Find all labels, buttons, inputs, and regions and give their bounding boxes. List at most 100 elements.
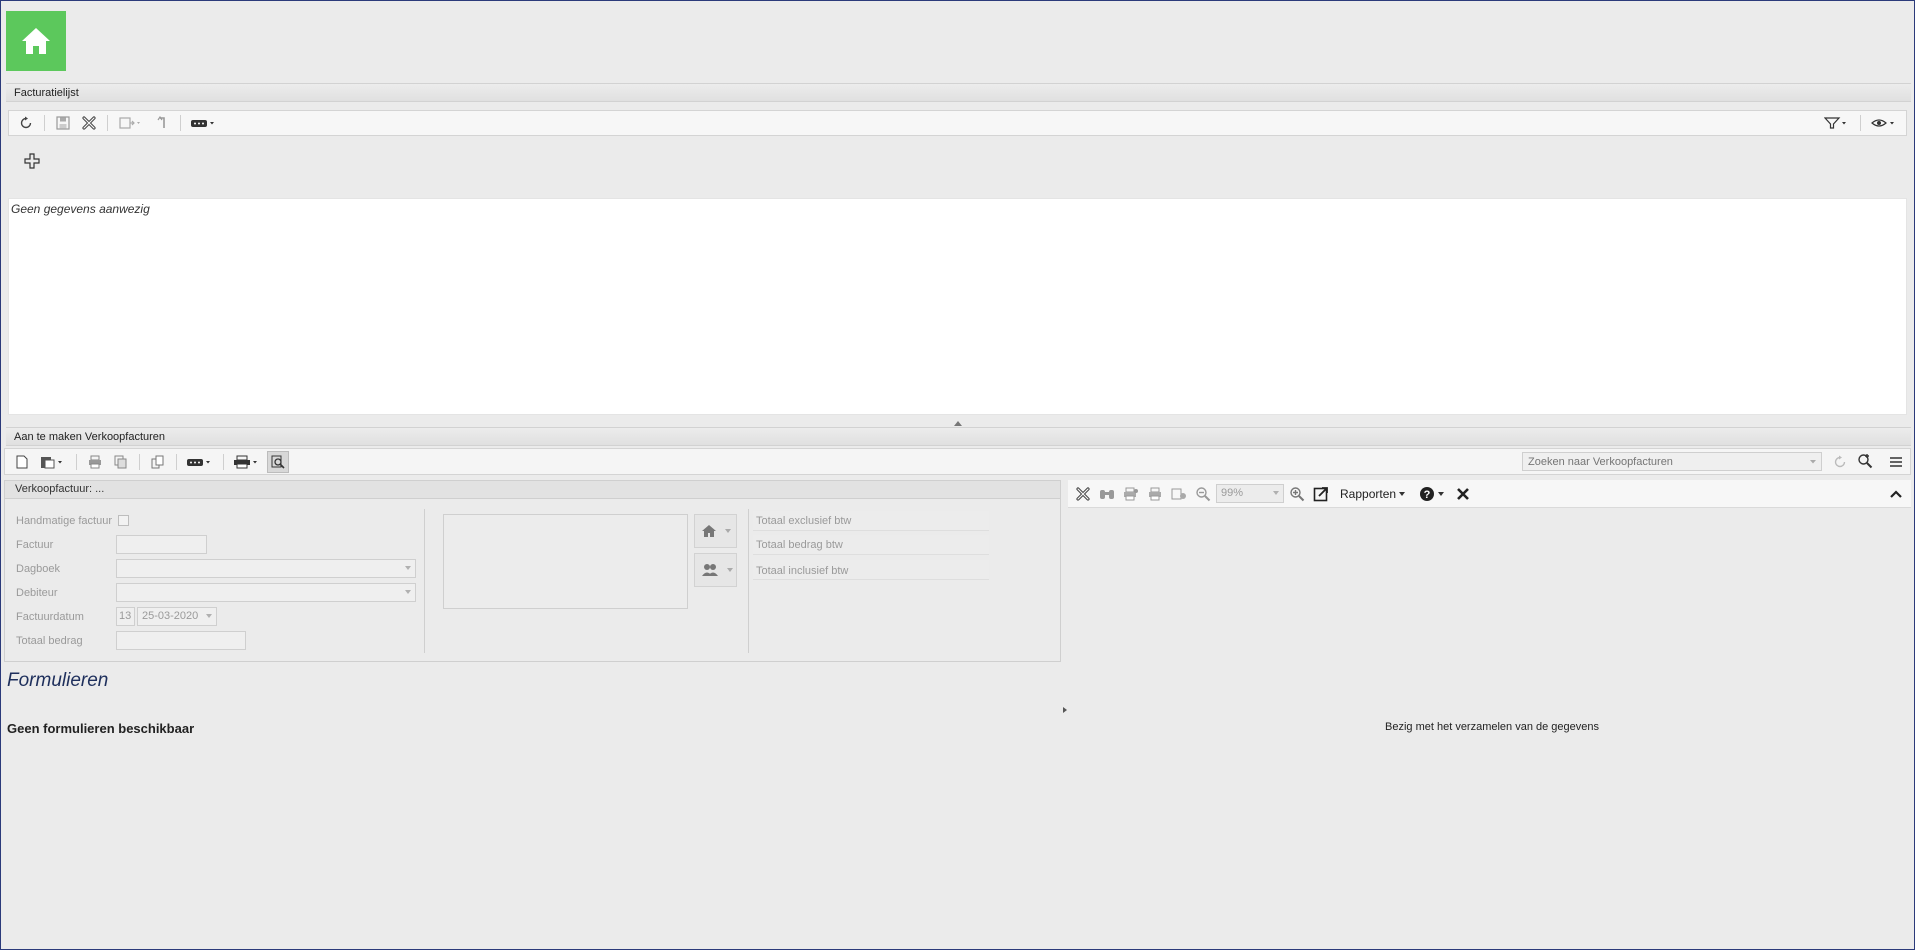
- forms-heading: Formulieren: [7, 670, 109, 691]
- find-button[interactable]: [1096, 483, 1118, 505]
- debtor-select[interactable]: [116, 583, 416, 602]
- copy-icon: [114, 455, 127, 468]
- invoice-form-panel: Verkoopfactuur: ... Handmatige factuur F…: [4, 480, 1061, 662]
- cancel-icon: [1076, 486, 1090, 501]
- save-icon: [56, 116, 70, 130]
- contacts-dropdown-button[interactable]: [694, 553, 737, 587]
- add-item-button[interactable]: [21, 150, 43, 172]
- undo-button[interactable]: [151, 112, 173, 134]
- close-report-button[interactable]: [1072, 483, 1094, 505]
- reports-label: Rapporten: [1340, 486, 1397, 501]
- invoice-search-input[interactable]: [1522, 452, 1822, 471]
- list-toolbar: [8, 110, 1907, 136]
- list-empty-message: Geen gegevens aanwezig: [11, 202, 150, 216]
- chevron-down-icon: [206, 614, 212, 618]
- zoom-select[interactable]: 99%: [1216, 484, 1284, 503]
- invoice-section-title: Aan te maken Verkoopfacturen: [14, 431, 166, 443]
- print-options-dropdown[interactable]: [231, 451, 263, 473]
- total-vat-label: Totaal bedrag btw: [756, 539, 843, 551]
- home-icon: [702, 525, 716, 537]
- printer-icon: [1149, 487, 1161, 500]
- home-button[interactable]: [6, 11, 66, 71]
- help-icon: ?: [1420, 486, 1435, 501]
- toolbar-separator: [176, 453, 177, 470]
- zoom-in-button[interactable]: [1286, 483, 1308, 505]
- search-refresh-button[interactable]: [1829, 451, 1851, 473]
- invoice-section-header: Aan te maken Verkoopfacturen: [6, 427, 1911, 446]
- document-add-icon: [119, 117, 140, 129]
- print-report-button[interactable]: [1144, 483, 1166, 505]
- cancel-button[interactable]: [78, 112, 100, 134]
- panel-splitter[interactable]: [8, 419, 1907, 427]
- toolbar-separator: [107, 115, 108, 131]
- address-dropdown-button[interactable]: [694, 514, 737, 548]
- total-incl-label: Totaal inclusief btw: [756, 565, 849, 577]
- help-dropdown[interactable]: ?: [1413, 483, 1450, 505]
- copy-button[interactable]: [110, 451, 132, 473]
- refresh-button[interactable]: [15, 112, 37, 134]
- home-icon: [22, 28, 50, 54]
- toolbar-separator: [76, 453, 77, 470]
- hamburger-icon: [1890, 457, 1902, 467]
- close-viewer-button[interactable]: [1452, 483, 1474, 505]
- search-dropdown-caret[interactable]: [1806, 455, 1820, 468]
- invoice-list-panel: Geen gegevens aanwezig: [8, 198, 1907, 415]
- export-report-button[interactable]: [1168, 483, 1190, 505]
- total-amount-field[interactable]: [116, 631, 246, 650]
- chevron-down-icon: [1438, 491, 1445, 496]
- toolbar-separator: [1860, 115, 1861, 131]
- export-icon: [151, 455, 164, 468]
- ellipsis-icon: [187, 458, 210, 466]
- toolbar-separator: [223, 453, 224, 470]
- zoom-in-icon: [1858, 454, 1873, 469]
- new-invoice-button[interactable]: [11, 451, 33, 473]
- print-setup-button[interactable]: [1120, 483, 1142, 505]
- print-button[interactable]: [84, 451, 106, 473]
- address-textarea[interactable]: [443, 514, 688, 609]
- open-external-button[interactable]: [1310, 483, 1332, 505]
- date-picker-button[interactable]: 13: [116, 607, 135, 626]
- save-button[interactable]: [52, 112, 74, 134]
- advanced-search-button[interactable]: [1854, 450, 1876, 472]
- paste-icon: [41, 456, 62, 468]
- close-icon: [1457, 487, 1469, 500]
- invoice-form-title: Verkoopfactuur: ...: [5, 481, 1060, 499]
- chevron-down-icon: [405, 590, 411, 594]
- export-icon: [1171, 488, 1186, 499]
- more-actions-dropdown[interactable]: [184, 451, 216, 473]
- report-viewer-toolbar: 99% Rapporten ?: [1068, 480, 1911, 508]
- filter-dropdown[interactable]: [1821, 112, 1853, 134]
- form-column-divider: [748, 509, 749, 653]
- new-document-icon: [16, 455, 28, 468]
- more-actions-dropdown[interactable]: [188, 112, 220, 134]
- chevron-down-icon: [725, 529, 731, 533]
- calendar-icon: 13: [119, 610, 132, 622]
- printer-settings-icon: [1124, 487, 1138, 500]
- zoom-value: 99%: [1221, 487, 1244, 499]
- reports-dropdown[interactable]: Rapporten: [1334, 483, 1411, 505]
- toolbar-separator: [180, 115, 181, 131]
- report-loading-message: Bezig met het verzamelen van de gegevens: [1385, 721, 1600, 733]
- new-document-dropdown[interactable]: [115, 112, 147, 134]
- manual-invoice-checkbox[interactable]: [118, 515, 129, 526]
- window-frame: [0, 0, 1915, 950]
- invoice-date-label: Factuurdatum: [16, 611, 84, 623]
- menu-button[interactable]: [1885, 451, 1907, 473]
- export-button[interactable]: [147, 451, 169, 473]
- users-icon: [702, 564, 718, 576]
- no-forms-message: Geen formulieren beschikbaar: [7, 721, 195, 736]
- journal-select[interactable]: [116, 559, 416, 578]
- invoice-number-field[interactable]: [116, 535, 207, 554]
- expand-arrow-icon[interactable]: [1063, 707, 1067, 713]
- collapse-viewer-button[interactable]: [1885, 483, 1907, 505]
- total-excl-label: Totaal exclusief btw: [756, 515, 852, 527]
- cancel-icon: [82, 116, 96, 130]
- chevron-down-icon: [405, 566, 411, 570]
- paste-dropdown[interactable]: [37, 451, 69, 473]
- preview-toggle-button[interactable]: [267, 450, 289, 473]
- chevron-down-icon: [1399, 491, 1406, 496]
- ellipsis-icon: [191, 120, 214, 127]
- view-options-dropdown[interactable]: [1868, 112, 1900, 134]
- invoice-date-field[interactable]: 25-03-2020: [137, 607, 217, 626]
- zoom-out-button[interactable]: [1192, 483, 1214, 505]
